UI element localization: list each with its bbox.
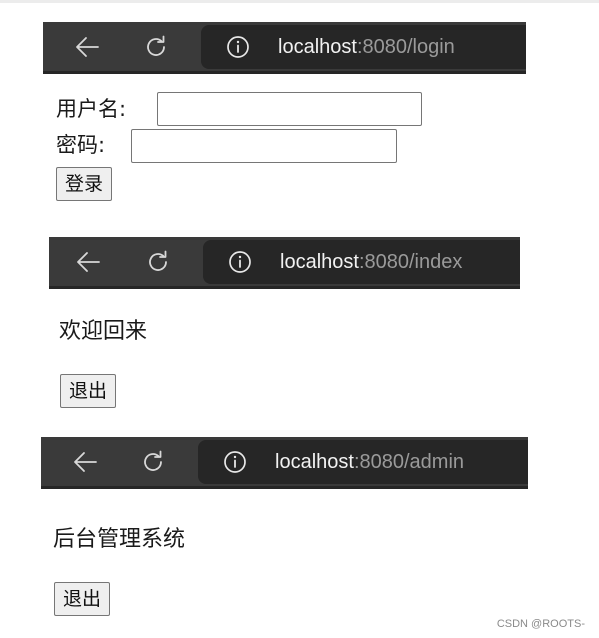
url-text: localhost:8080/index [280,240,462,284]
reload-icon[interactable] [139,30,173,64]
url-text: localhost:8080/login [278,25,455,69]
info-icon[interactable] [227,249,253,275]
password-label: 密码: [56,133,106,157]
url-host: localhost [275,451,354,473]
logout-button[interactable]: 退出 [60,374,117,408]
browser-toolbar-admin: localhost:8080/admin [41,437,528,489]
username-label: 用户名: [56,97,127,121]
logout-button[interactable]: 退出 [54,582,111,616]
welcome-text: 欢迎回来 [59,319,148,344]
url-path: :8080/index [358,251,463,273]
url-host: localhost [278,36,357,58]
username-field[interactable] [157,92,422,126]
top-divider [0,0,599,3]
url-path: :8080/admin [353,451,465,473]
browser-toolbar-index: localhost:8080/index [49,237,520,289]
url-host: localhost [280,251,359,273]
address-bar[interactable]: localhost:8080/login [201,25,526,69]
reload-icon[interactable] [136,445,170,479]
url-text: localhost:8080/admin [275,440,464,484]
back-arrow-icon[interactable] [68,445,102,479]
info-icon[interactable] [225,34,251,60]
url-path: :8080/login [356,36,455,58]
browser-toolbar-login: localhost:8080/login [43,22,526,74]
admin-heading: 后台管理系统 [53,527,186,552]
reload-icon[interactable] [141,245,175,279]
address-bar[interactable]: localhost:8080/admin [198,440,528,484]
info-icon[interactable] [222,449,248,475]
watermark-text: CSDN @ROOTS- [496,618,585,630]
back-arrow-icon[interactable] [71,245,105,279]
address-bar[interactable]: localhost:8080/index [203,240,520,284]
password-field[interactable] [131,129,397,163]
back-arrow-icon[interactable] [70,30,104,64]
login-button[interactable]: 登录 [56,167,113,201]
